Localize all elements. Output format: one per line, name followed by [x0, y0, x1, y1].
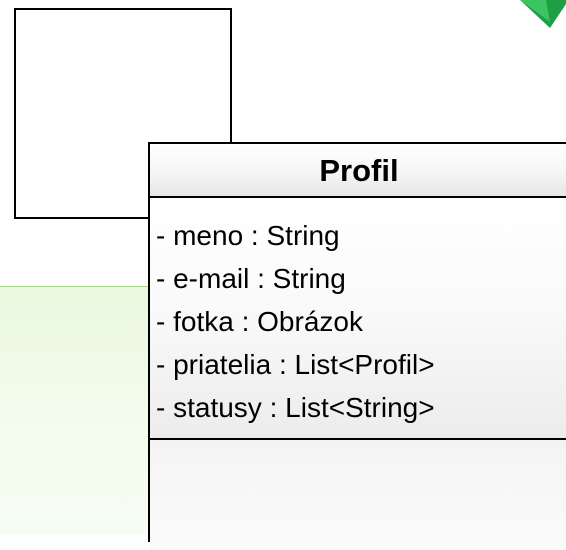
- uml-attributes-section: - meno : String - e-mail : String - fotk…: [150, 198, 566, 440]
- attribute-item: - e-mail : String: [156, 263, 346, 294]
- green-arrow-icon: [520, 0, 566, 28]
- attribute-item: - fotka : Obrázok: [156, 306, 363, 337]
- attribute-item: - statusy : List<String>: [156, 392, 435, 423]
- uml-class-header: Profil: [150, 144, 566, 198]
- green-background-panel: [0, 286, 160, 535]
- attribute-item: - meno : String: [156, 220, 340, 251]
- attribute-list: - meno : String - e-mail : String - fotk…: [156, 214, 435, 429]
- uml-class-profil: Profil - meno : String - e-mail : String…: [148, 142, 566, 550]
- uml-class-name: Profil: [319, 153, 399, 188]
- attribute-item: - priatelia : List<Profil>: [156, 349, 435, 380]
